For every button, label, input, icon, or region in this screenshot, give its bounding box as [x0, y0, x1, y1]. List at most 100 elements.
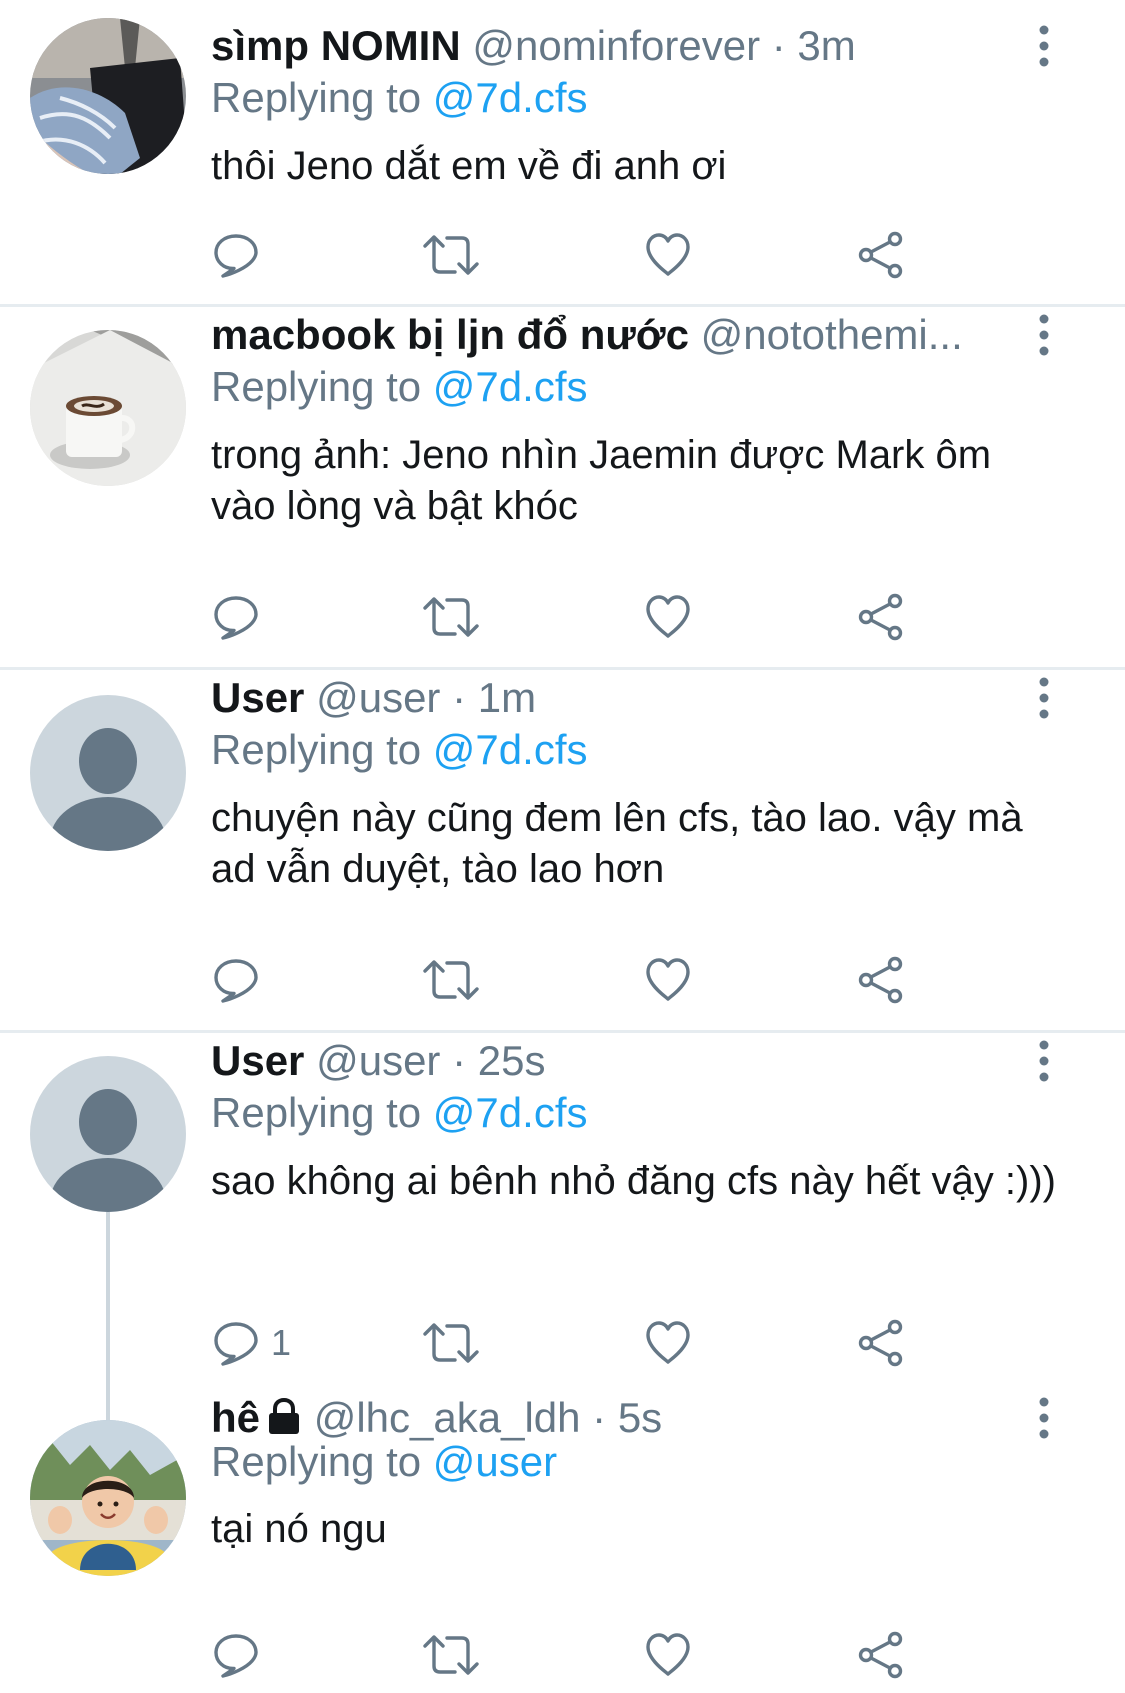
- retweet-button[interactable]: [421, 230, 481, 280]
- tweet-actions: [211, 1630, 931, 1680]
- reply-button[interactable]: [211, 230, 271, 280]
- share-button[interactable]: [856, 1630, 906, 1680]
- replying-to: Replying to @7d.cfs: [211, 72, 588, 124]
- reply-tweet[interactable]: sìmp NOMIN @nominforever · 3m Replying t…: [0, 0, 1125, 305]
- more-options-icon[interactable]: [1030, 1039, 1058, 1083]
- share-button[interactable]: [856, 955, 906, 1005]
- reply-button[interactable]: [211, 592, 271, 642]
- replying-to-mention[interactable]: @7d.cfs: [433, 1089, 588, 1136]
- replying-to-mention[interactable]: @7d.cfs: [433, 726, 588, 773]
- tweet-actions: [211, 592, 931, 642]
- avatar-photo: [30, 18, 186, 174]
- retweet-button[interactable]: [421, 1630, 481, 1680]
- timestamp: · 5s: [592, 1394, 663, 1441]
- reply-button[interactable]: [211, 1630, 271, 1680]
- avatar[interactable]: [30, 1420, 186, 1576]
- tweet-actions: 1: [211, 1318, 931, 1368]
- reply-count: 1: [271, 1322, 292, 1363]
- replying-to-mention[interactable]: @user: [433, 1438, 557, 1485]
- heart-icon: [643, 1318, 693, 1368]
- retweet-icon: [421, 1630, 481, 1680]
- replying-to-mention[interactable]: @7d.cfs: [433, 74, 588, 121]
- user-handle[interactable]: @lhc_aka_ldh: [314, 1394, 581, 1441]
- retweet-button[interactable]: [421, 592, 481, 642]
- avatar[interactable]: [30, 330, 186, 486]
- default-avatar-icon: [30, 1056, 186, 1212]
- display-name[interactable]: macbook bị ljn đổ nước: [211, 311, 689, 358]
- display-name[interactable]: User: [211, 674, 304, 721]
- tweet-actions: [211, 955, 931, 1005]
- timestamp: · 3m: [771, 22, 856, 69]
- more-options-icon[interactable]: [1030, 1396, 1058, 1440]
- tweet-text: chuyện này cũng đem lên cfs, tào lao. vậ…: [211, 796, 1023, 891]
- share-icon: [856, 230, 906, 280]
- replying-to: Replying to @7d.cfs: [211, 724, 588, 776]
- tweet-header: User @user · 25s: [211, 1035, 1015, 1087]
- reply-tweet[interactable]: hê @lhc_aka_ldh · 5s Replying to @user t…: [0, 1394, 1125, 1693]
- share-icon: [856, 592, 906, 642]
- replying-to-label: Replying to: [211, 1438, 422, 1485]
- lock-icon: [269, 1398, 300, 1434]
- tweet-text: thôi Jeno dắt em về đi anh ơi: [211, 144, 727, 188]
- replying-to: Replying to @7d.cfs: [211, 1087, 588, 1139]
- more-options-icon[interactable]: [1030, 313, 1058, 357]
- heart-icon: [643, 230, 693, 280]
- tweet-actions: [211, 230, 931, 280]
- reply-tweet[interactable]: User @user · 1m Replying to @7d.cfs chuy…: [0, 670, 1125, 1030]
- reply-icon: [211, 955, 261, 1005]
- user-handle[interactable]: @notothemi...: [701, 311, 963, 358]
- share-icon: [856, 955, 906, 1005]
- replying-to-label: Replying to: [211, 74, 422, 121]
- more-options-icon[interactable]: [1030, 676, 1058, 720]
- reply-tweet[interactable]: macbook bị ljn đổ nước @notothemi... Rep…: [0, 307, 1125, 667]
- share-button[interactable]: [856, 1318, 906, 1368]
- replying-to-label: Replying to: [211, 1089, 422, 1136]
- share-icon: [856, 1318, 906, 1368]
- like-button[interactable]: [643, 592, 693, 642]
- avatar[interactable]: [30, 695, 186, 851]
- retweet-button[interactable]: [421, 1318, 481, 1368]
- retweet-button[interactable]: [421, 955, 481, 1005]
- avatar-photo: [30, 1420, 186, 1576]
- replying-to: Replying to @7d.cfs: [211, 361, 588, 413]
- timestamp: · 25s: [452, 1037, 546, 1084]
- user-handle[interactable]: @nominforever: [472, 22, 760, 69]
- reply-icon: [211, 230, 261, 280]
- share-button[interactable]: [856, 592, 906, 642]
- tweet-header: macbook bị ljn đổ nước @notothemi...: [211, 309, 1015, 361]
- replying-to: Replying to @user: [211, 1436, 557, 1488]
- avatar-photo: [30, 330, 186, 486]
- user-handle[interactable]: @user: [316, 1037, 440, 1084]
- avatar[interactable]: [30, 18, 186, 174]
- tweet-text: tại nó ngu: [211, 1507, 387, 1551]
- replying-to-label: Replying to: [211, 726, 422, 773]
- avatar[interactable]: [30, 1056, 186, 1212]
- replying-to-label: Replying to: [211, 363, 422, 410]
- default-avatar-icon: [30, 695, 186, 851]
- reply-button[interactable]: [211, 955, 271, 1005]
- like-button[interactable]: [643, 1318, 693, 1368]
- tweet-text: sao không ai bênh nhỏ đăng cfs này hết v…: [211, 1159, 1056, 1203]
- reply-button[interactable]: 1: [211, 1318, 291, 1368]
- reply-tweet[interactable]: User @user · 25s Replying to @7d.cfs sao…: [0, 1033, 1125, 1403]
- heart-icon: [643, 955, 693, 1005]
- tweet-header: User @user · 1m: [211, 672, 1015, 724]
- reply-icon: [211, 1318, 261, 1368]
- user-handle[interactable]: @user: [316, 674, 440, 721]
- retweet-icon: [421, 1318, 481, 1368]
- heart-icon: [643, 1630, 693, 1680]
- display-name[interactable]: hê: [211, 1394, 260, 1441]
- reply-icon: [211, 1630, 261, 1680]
- share-button[interactable]: [856, 230, 906, 280]
- more-options-icon[interactable]: [1030, 24, 1058, 68]
- like-button[interactable]: [643, 230, 693, 280]
- display-name[interactable]: User: [211, 1037, 304, 1084]
- heart-icon: [643, 592, 693, 642]
- tweet-header: sìmp NOMIN @nominforever · 3m: [211, 20, 1015, 72]
- retweet-icon: [421, 230, 481, 280]
- reply-icon: [211, 592, 261, 642]
- display-name[interactable]: sìmp NOMIN: [211, 22, 461, 69]
- replying-to-mention[interactable]: @7d.cfs: [433, 363, 588, 410]
- like-button[interactable]: [643, 955, 693, 1005]
- like-button[interactable]: [643, 1630, 693, 1680]
